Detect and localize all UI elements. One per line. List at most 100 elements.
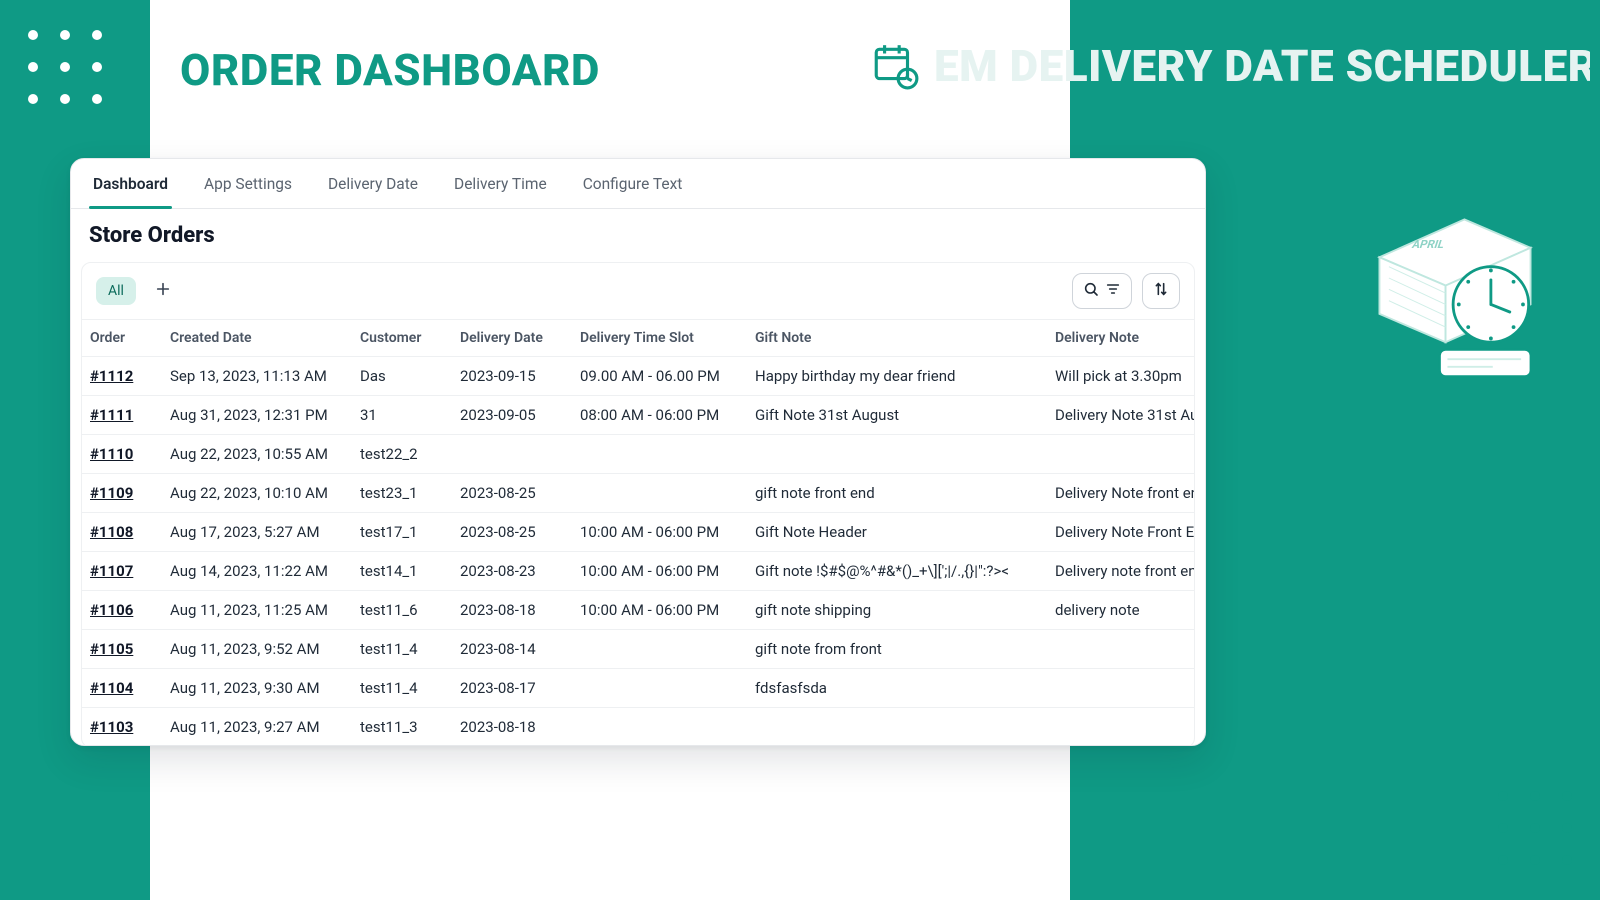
order-link[interactable]: #1107	[90, 562, 133, 580]
table-row[interactable]: #1104Aug 11, 2023, 9:30 AMtest11_42023-0…	[82, 669, 1195, 708]
orders-table-scroll[interactable]: Order Created Date Customer Delivery Dat…	[81, 320, 1195, 746]
cell-delivery-note: Delivery note front end !@	[1047, 552, 1195, 591]
col-delivery-slot[interactable]: Delivery Time Slot	[572, 320, 747, 357]
cell-order: #1105	[82, 630, 162, 669]
order-link[interactable]: #1105	[90, 640, 133, 658]
section-title: Store Orders	[71, 209, 1205, 256]
cell-delivery-note	[1047, 669, 1195, 708]
cell-delivery-slot: 10:00 AM - 06:00 PM	[572, 513, 747, 552]
col-gift-note[interactable]: Gift Note	[747, 320, 1047, 357]
cell-delivery-note	[1047, 435, 1195, 474]
page-root: ORDER DASHBOARD EM DELIVERY DATE SCHEDUL…	[0, 0, 1600, 900]
order-link[interactable]: #1109	[90, 484, 133, 502]
order-link[interactable]: #1106	[90, 601, 133, 619]
cell-delivery-date: 2023-08-25	[452, 513, 572, 552]
cell-delivery-slot	[572, 474, 747, 513]
cell-delivery-date: 2023-08-18	[452, 591, 572, 630]
cell-created-date: Aug 11, 2023, 9:27 AM	[162, 708, 352, 747]
table-row[interactable]: #1105Aug 11, 2023, 9:52 AMtest11_42023-0…	[82, 630, 1195, 669]
cell-created-date: Aug 22, 2023, 10:55 AM	[162, 435, 352, 474]
cell-customer: test14_1	[352, 552, 452, 591]
cell-customer: test22_2	[352, 435, 452, 474]
cell-gift-note: Gift Note Header	[747, 513, 1047, 552]
cell-order: #1106	[82, 591, 162, 630]
cell-order: #1111	[82, 396, 162, 435]
order-link[interactable]: #1111	[90, 406, 133, 424]
cell-customer: test11_6	[352, 591, 452, 630]
tab-configure-text[interactable]: Configure Text	[583, 159, 683, 208]
cell-order: #1107	[82, 552, 162, 591]
cell-customer: 31	[352, 396, 452, 435]
cell-created-date: Sep 13, 2023, 11:13 AM	[162, 357, 352, 396]
cell-delivery-note: Delivery Note Front End	[1047, 513, 1195, 552]
order-link[interactable]: #1104	[90, 679, 133, 697]
cell-customer: test11_4	[352, 630, 452, 669]
cell-delivery-slot: 09.00 AM - 06.00 PM	[572, 357, 747, 396]
cell-delivery-note: delivery note	[1047, 591, 1195, 630]
search-filter-button[interactable]	[1072, 273, 1132, 309]
table-header-row: Order Created Date Customer Delivery Dat…	[82, 320, 1195, 357]
cell-customer: test23_1	[352, 474, 452, 513]
col-delivery-note[interactable]: Delivery Note	[1047, 320, 1195, 357]
order-link[interactable]: #1110	[90, 445, 133, 463]
tab-delivery-date[interactable]: Delivery Date	[328, 159, 418, 208]
cell-delivery-slot: 08:00 AM - 06:00 PM	[572, 396, 747, 435]
cell-gift-note: fdsfasfsda	[747, 669, 1047, 708]
table-row[interactable]: #1106Aug 11, 2023, 11:25 AMtest11_62023-…	[82, 591, 1195, 630]
tab-delivery-time[interactable]: Delivery Time	[454, 159, 547, 208]
col-order[interactable]: Order	[82, 320, 162, 357]
filter-chip-all[interactable]: All	[96, 277, 136, 305]
col-delivery-date[interactable]: Delivery Date	[452, 320, 572, 357]
cell-gift-note: gift note shipping	[747, 591, 1047, 630]
cell-gift-note: gift note front end	[747, 474, 1047, 513]
calendar-clock-icon	[870, 41, 920, 91]
cell-delivery-date: 2023-09-15	[452, 357, 572, 396]
page-title: ORDER DASHBOARD	[180, 44, 600, 96]
dot-grid-bottom-right	[1498, 791, 1572, 865]
cell-delivery-date	[452, 435, 572, 474]
cell-delivery-slot	[572, 630, 747, 669]
table-row[interactable]: #1112Sep 13, 2023, 11:13 AMDas2023-09-15…	[82, 357, 1195, 396]
cell-delivery-slot: 10:00 AM - 06:00 PM	[572, 591, 747, 630]
order-link[interactable]: #1112	[90, 367, 133, 385]
cell-customer: test11_4	[352, 669, 452, 708]
cell-created-date: Aug 17, 2023, 5:27 AM	[162, 513, 352, 552]
cell-delivery-note: Delivery Note 31st August	[1047, 396, 1195, 435]
plus-icon	[155, 281, 171, 301]
tab-dashboard[interactable]: Dashboard	[93, 159, 168, 208]
sort-button[interactable]	[1142, 273, 1180, 309]
table-toolbar: All	[81, 262, 1195, 320]
cell-delivery-date: 2023-08-17	[452, 669, 572, 708]
brand-title: EM DELIVERY DATE SCHEDULER	[870, 40, 1590, 92]
col-customer[interactable]: Customer	[352, 320, 452, 357]
cell-gift-note: Gift note !$#$@%^#&*()_+\][';|/.,{}|":?>…	[747, 552, 1047, 591]
dot-grid-top-left	[28, 30, 102, 104]
cell-delivery-date: 2023-08-25	[452, 474, 572, 513]
cell-gift-note: Happy birthday my dear friend	[747, 357, 1047, 396]
cell-order: #1108	[82, 513, 162, 552]
order-link[interactable]: #1108	[90, 523, 133, 541]
cell-delivery-slot	[572, 435, 747, 474]
search-icon	[1083, 281, 1099, 301]
brand-title-text: EM DELIVERY DATE SCHEDULER	[934, 40, 1590, 92]
table-row[interactable]: #1108Aug 17, 2023, 5:27 AMtest17_12023-0…	[82, 513, 1195, 552]
cell-gift-note	[747, 435, 1047, 474]
table-row[interactable]: #1107Aug 14, 2023, 11:22 AMtest14_12023-…	[82, 552, 1195, 591]
app-card: Dashboard App Settings Delivery Date Del…	[70, 158, 1206, 746]
col-created-date[interactable]: Created Date	[162, 320, 352, 357]
order-link[interactable]: #1103	[90, 718, 133, 736]
sort-icon	[1153, 281, 1169, 301]
tab-app-settings[interactable]: App Settings	[204, 159, 292, 208]
cell-gift-note: gift note from front	[747, 630, 1047, 669]
cell-delivery-slot	[572, 669, 747, 708]
add-filter-button[interactable]	[146, 274, 180, 308]
cell-delivery-date: 2023-09-05	[452, 396, 572, 435]
table-row[interactable]: #1109Aug 22, 2023, 10:10 AMtest23_12023-…	[82, 474, 1195, 513]
table-row[interactable]: #1111Aug 31, 2023, 12:31 PM312023-09-050…	[82, 396, 1195, 435]
table-row[interactable]: #1110 Aug 22, 2023, 10:55 AMtest22_2	[82, 435, 1195, 474]
table-row[interactable]: #1103Aug 11, 2023, 9:27 AMtest11_32023-0…	[82, 708, 1195, 747]
cell-delivery-date: 2023-08-14	[452, 630, 572, 669]
cell-delivery-note: Delivery Note front end	[1047, 474, 1195, 513]
cell-delivery-slot: 10:00 AM - 06:00 PM	[572, 552, 747, 591]
orders-table: Order Created Date Customer Delivery Dat…	[82, 320, 1195, 746]
